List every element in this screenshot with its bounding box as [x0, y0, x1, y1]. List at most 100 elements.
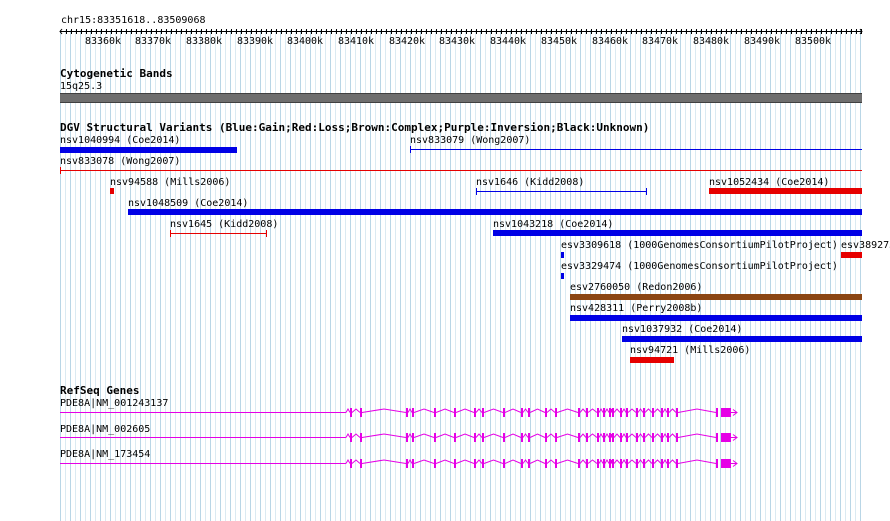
gene-model-nm-002605-exon — [360, 433, 362, 442]
genome-browser-view: { "ruler": { "position": "chr15:83351618… — [0, 0, 890, 521]
gene-model-nm-001243137-intron — [483, 408, 504, 413]
variant-bar-nsv1048509[interactable] — [128, 209, 862, 215]
variant-label-nsv428311: nsv428311 (Perry2008b) — [570, 303, 703, 314]
gene-model-nm-002605-intron — [504, 433, 522, 438]
cytoband-15q25-3[interactable] — [60, 93, 862, 103]
gene-model-nm-002605-intron — [627, 433, 637, 438]
gene-model-nm-173454-exon — [406, 459, 408, 468]
gene-model-nm-173454-intron — [556, 459, 579, 464]
variant-label-nsv833078: nsv833078 (Wong2007) — [60, 156, 181, 167]
variant-bar-esv389273[interactable] — [841, 252, 862, 258]
coordinate-ruler[interactable]: 83360k 83370k 83380k 83390k 83400k 83410k 8342… — [0, 0, 890, 60]
gene-model-nm-001243137-exon — [652, 408, 654, 417]
variant-bar-esv2760050[interactable] — [570, 294, 862, 300]
gene-model-nm-002605-intron — [483, 433, 504, 438]
variant-bar-nsv1043218[interactable] — [493, 230, 862, 236]
gene-model-nm-002605-intron — [529, 433, 546, 438]
gene-model-nm-001243137-intron — [504, 408, 522, 413]
gene-model-nm-001243137-exon — [406, 408, 408, 417]
variant-line-nsv1645[interactable] — [170, 233, 267, 234]
gene-model-nm-173454-exon — [716, 459, 718, 468]
gene-model-nm-173454-intron — [435, 459, 455, 464]
gene-model-nm-173454-intron — [413, 459, 435, 464]
gene-model-nm-173454-exon — [545, 459, 547, 468]
variant-label-nsv1037932: nsv1037932 (Coe2014) — [622, 324, 743, 335]
gene-model-nm-002605-intron — [556, 433, 579, 438]
gene-model-nm-001243137-intron — [413, 408, 435, 413]
gene-model-nm-002605-intron — [587, 433, 598, 438]
ruler-tick-label: 83460k — [592, 36, 628, 47]
gene-model-nm-173454-intron — [668, 459, 677, 464]
variant-label-nsv94588: nsv94588 (Mills2006) — [110, 177, 231, 188]
variant-label-esv3309618: esv3309618 (1000GenomesConsortiumPilotPr… — [561, 240, 838, 251]
gene-model-nm-173454-intron — [504, 459, 522, 464]
gene-model-nm-001243137-exon — [620, 408, 622, 417]
gene-model-nm-001243137-exon — [412, 408, 414, 417]
gene-model-nm-002605-intron — [644, 433, 653, 438]
gene-model-nm-173454-exon — [474, 459, 476, 468]
gene-model-nm-001243137-intron — [662, 407, 668, 413]
variant-bar-nsv94721[interactable] — [630, 357, 674, 363]
gene-model-nm-002605-intron — [653, 433, 662, 438]
variant-line-nsv833079[interactable] — [410, 149, 862, 150]
gene-model-nm-002605-intron — [668, 433, 677, 438]
gene-model-nm-002605-intron — [613, 433, 621, 438]
variant-bar-nsv1037932[interactable] — [622, 336, 862, 342]
gene-model-nm-173454-exon — [454, 459, 456, 468]
gene-model-nm-173454-intron — [653, 459, 662, 464]
variant-label-nsv94721: nsv94721 (Mills2006) — [630, 345, 751, 356]
gene-model-nm-173454-intron — [587, 459, 598, 464]
gene-model-nm-002605-exon — [412, 433, 414, 442]
gene-model-nm-173454-intron — [610, 459, 613, 464]
gene-model-nm-001243137-intron — [345, 407, 351, 413]
variant-bar-nsv1052434[interactable] — [709, 188, 862, 194]
gene-model-nm-001243137-intron — [637, 408, 644, 413]
variant-tick-nsv1646-start — [476, 188, 477, 195]
gene-model-nm-173454-intron — [604, 458, 610, 464]
gene-model-nm-002605-exon — [643, 433, 645, 442]
gene-model-nm-002605-intron — [610, 433, 613, 438]
variant-label-nsv833079: nsv833079 (Wong2007) — [410, 135, 531, 146]
gene-model-nm-173454-exon — [636, 459, 638, 468]
gene-model-nm-001243137-exon — [597, 408, 599, 417]
gene-model-nm-002605-exon — [503, 433, 505, 442]
variant-bar-nsv1040994[interactable] — [60, 147, 237, 153]
variant-label-nsv1646: nsv1646 (Kidd2008) — [476, 177, 585, 188]
variant-line-nsv1646[interactable] — [476, 191, 647, 192]
gene-model-nm-001243137-exon — [360, 408, 362, 417]
cytoband-track-title: Cytogenetic Bands — [60, 67, 173, 80]
cytoband-label: 15q25.3 — [60, 81, 103, 92]
variant-bar-esv3309618[interactable] — [561, 252, 564, 258]
gene-model-nm-001243137-intron — [579, 408, 587, 413]
variant-tick-nsv833078 — [60, 167, 61, 174]
gene-model-nm-001243137-intron — [522, 408, 529, 413]
gene-model-nm-002605-intron — [677, 433, 717, 438]
gene-model-nm-001243137-intron — [668, 408, 677, 413]
variant-tick-nsv1646-end — [646, 188, 647, 195]
refseq-gene-models[interactable] — [0, 395, 890, 475]
ruler-tick-label: 83400k — [287, 36, 323, 47]
gene-model-nm-001243137-intron — [407, 407, 413, 413]
variant-bar-nsv94588[interactable] — [110, 188, 114, 194]
gene-model-nm-002605-exon — [545, 433, 547, 442]
variant-bar-esv3329474[interactable] — [561, 273, 564, 279]
variant-label-nsv1645: nsv1645 (Kidd2008) — [170, 219, 279, 230]
gene-model-nm-001243137-intron — [475, 408, 483, 413]
gene-model-nm-173454-intron — [475, 459, 483, 464]
ruler-tick-label: 83390k — [237, 36, 273, 47]
variant-bar-nsv428311[interactable] — [570, 315, 862, 321]
gene-model-nm-173454-exon — [643, 459, 645, 468]
variant-label-esv2760050: esv2760050 (Redon2006) — [570, 282, 703, 293]
gene-model-nm-001243137-intron — [351, 408, 361, 413]
variant-label-nsv1040994: nsv1040994 (Coe2014) — [60, 135, 181, 146]
gene-model-nm-001243137-intron — [587, 408, 598, 413]
gene-model-nm-001243137-exon — [676, 408, 678, 417]
gene-model-nm-001243137-exon — [503, 408, 505, 417]
gene-model-nm-002605-intron — [413, 433, 435, 438]
variant-line-nsv833078[interactable] — [60, 170, 862, 171]
gene-model-nm-173454-intron — [345, 458, 351, 464]
gene-model-nm-001243137-exon — [521, 408, 523, 417]
gene-model-nm-002605-intron — [522, 433, 529, 438]
gene-model-nm-002605-exon — [597, 433, 599, 442]
variant-label-nsv1048509: nsv1048509 (Coe2014) — [128, 198, 249, 209]
